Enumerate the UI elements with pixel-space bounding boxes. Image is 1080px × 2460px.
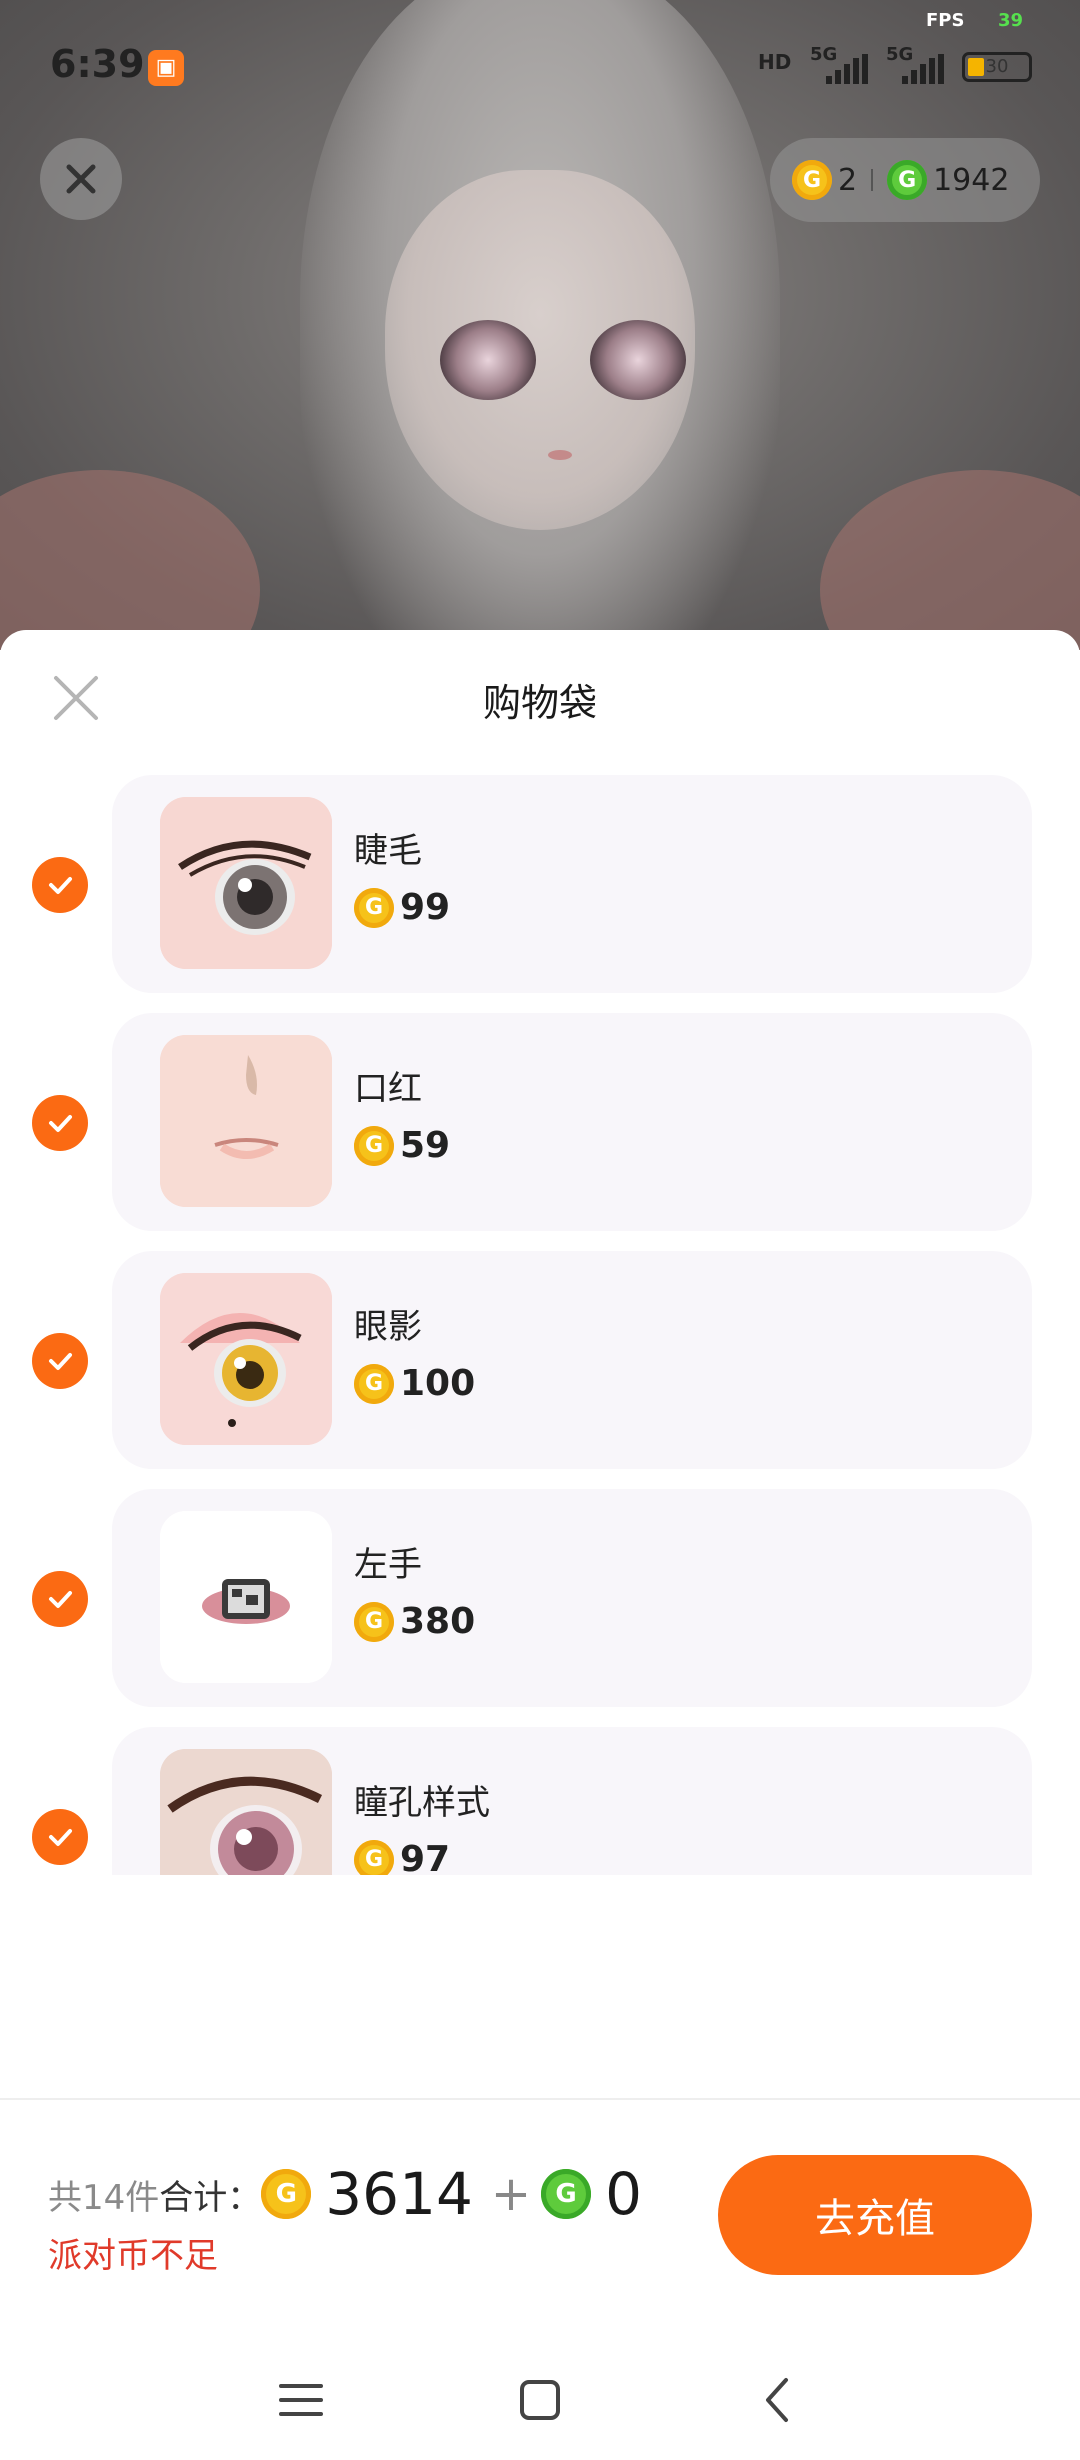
- party-coin-icon: G: [354, 1601, 394, 1642]
- g-coin-icon: G: [887, 160, 928, 200]
- item-price: G 59: [354, 1125, 450, 1166]
- eyeshadow-thumbnail: [160, 1273, 332, 1445]
- list-item[interactable]: 瞳孔样式 G 97: [0, 1727, 1080, 1875]
- party-coin-icon: G: [354, 1839, 394, 1875]
- item-name: 睫毛: [354, 831, 422, 871]
- party-coin-icon: G: [354, 1125, 394, 1166]
- green-total: 0: [605, 2160, 642, 2228]
- party-coin-icon: G: [792, 160, 832, 200]
- check-icon: [49, 1829, 72, 1846]
- item-price: G 100: [354, 1363, 475, 1404]
- item-name: 口红: [354, 1069, 422, 1109]
- signal-icon: [826, 54, 870, 88]
- avatar-eye-right: [590, 320, 686, 400]
- close-preview-button[interactable]: [40, 138, 122, 220]
- shop-app-icon: ▣: [148, 50, 184, 86]
- status-bar: 6:39 ▣ FPS 39 HD 5G 5G 30: [0, 0, 1080, 130]
- status-time: 6:39: [50, 42, 145, 86]
- list-item[interactable]: 左手 G 380: [0, 1489, 1080, 1707]
- gold-total: 3614: [325, 2160, 473, 2228]
- eyelash-thumbnail: [160, 797, 332, 969]
- party-coin-icon: G: [354, 887, 394, 928]
- back-nav-button[interactable]: [743, 2370, 813, 2430]
- cart-item-list[interactable]: 睫毛 G 99 口红 G 59 眼影 G 100 左手 G 380 瞳孔样式 G…: [0, 775, 1080, 1875]
- wallet-divider: [871, 169, 874, 191]
- item-checkbox[interactable]: [32, 857, 88, 913]
- insufficient-coins-warning: 派对币不足: [48, 2236, 218, 2276]
- fps-label: FPS: [926, 10, 965, 31]
- item-count: 共14件: [48, 2177, 160, 2218]
- menu-nav-button[interactable]: [266, 2370, 336, 2430]
- item-card[interactable]: 左手 G 380: [112, 1489, 1032, 1707]
- item-checkbox[interactable]: [32, 1809, 88, 1865]
- item-checkbox[interactable]: [32, 1571, 88, 1627]
- total-label: 合计：: [159, 2177, 262, 2218]
- list-item[interactable]: 睫毛 G 99: [0, 775, 1080, 993]
- item-price: G 380: [354, 1601, 475, 1642]
- item-price: G 97: [354, 1839, 450, 1875]
- party-coin-icon: G: [354, 1363, 394, 1404]
- item-checkbox[interactable]: [32, 1333, 88, 1389]
- item-checkbox[interactable]: [32, 1095, 88, 1151]
- menu-icon: [279, 2384, 323, 2416]
- list-item[interactable]: 眼影 G 100: [0, 1251, 1080, 1469]
- item-name: 眼影: [354, 1307, 422, 1347]
- recharge-button[interactable]: 去充值: [718, 2155, 1032, 2275]
- sheet-title: 购物袋: [482, 681, 597, 725]
- battery-icon: 30: [962, 52, 1032, 82]
- item-card[interactable]: 睫毛 G 99: [112, 775, 1032, 993]
- item-card[interactable]: 瞳孔样式 G 97: [112, 1727, 1032, 1875]
- fps-value: 39: [998, 10, 1024, 31]
- party-coin-balance: 2: [838, 162, 858, 198]
- footer-divider: [0, 2098, 1080, 2100]
- wallet-balance[interactable]: G 2 G 1942: [770, 138, 1040, 222]
- list-item[interactable]: 口红 G 59: [0, 1013, 1080, 1231]
- item-name: 左手: [354, 1545, 422, 1585]
- watch-thumbnail: [160, 1511, 332, 1683]
- check-icon: [49, 1115, 72, 1132]
- check-icon: [49, 1591, 72, 1608]
- avatar-wing-right: [820, 470, 1080, 650]
- party-coin-icon: G: [261, 2169, 312, 2219]
- check-icon: [49, 1353, 72, 1370]
- g-coin-icon: G: [541, 2169, 592, 2219]
- item-card[interactable]: 眼影 G 100: [112, 1251, 1032, 1469]
- order-summary: 共14件 合计： G 3614 + G 0: [48, 2160, 650, 2228]
- item-card[interactable]: 口红 G 59: [112, 1013, 1032, 1231]
- home-nav-button[interactable]: [505, 2370, 575, 2430]
- item-name: 瞳孔样式: [354, 1783, 490, 1823]
- home-icon: [520, 2380, 560, 2420]
- plus-sign: +: [490, 2166, 532, 2222]
- avatar-eye-left: [440, 320, 536, 400]
- avatar-wing-left: [0, 470, 260, 650]
- check-icon: [49, 877, 72, 894]
- g-coin-balance: 1942: [933, 162, 1010, 198]
- item-price: G 99: [354, 887, 450, 928]
- avatar-mouth: [548, 450, 572, 460]
- close-icon: [66, 164, 96, 194]
- back-icon: [766, 2378, 788, 2422]
- system-nav-bar: [0, 2350, 1080, 2460]
- signal-icon-2: [902, 54, 946, 88]
- hd-icon: HD: [758, 50, 792, 74]
- pupil-thumbnail: [160, 1749, 332, 1875]
- lipstick-thumbnail: [160, 1035, 332, 1207]
